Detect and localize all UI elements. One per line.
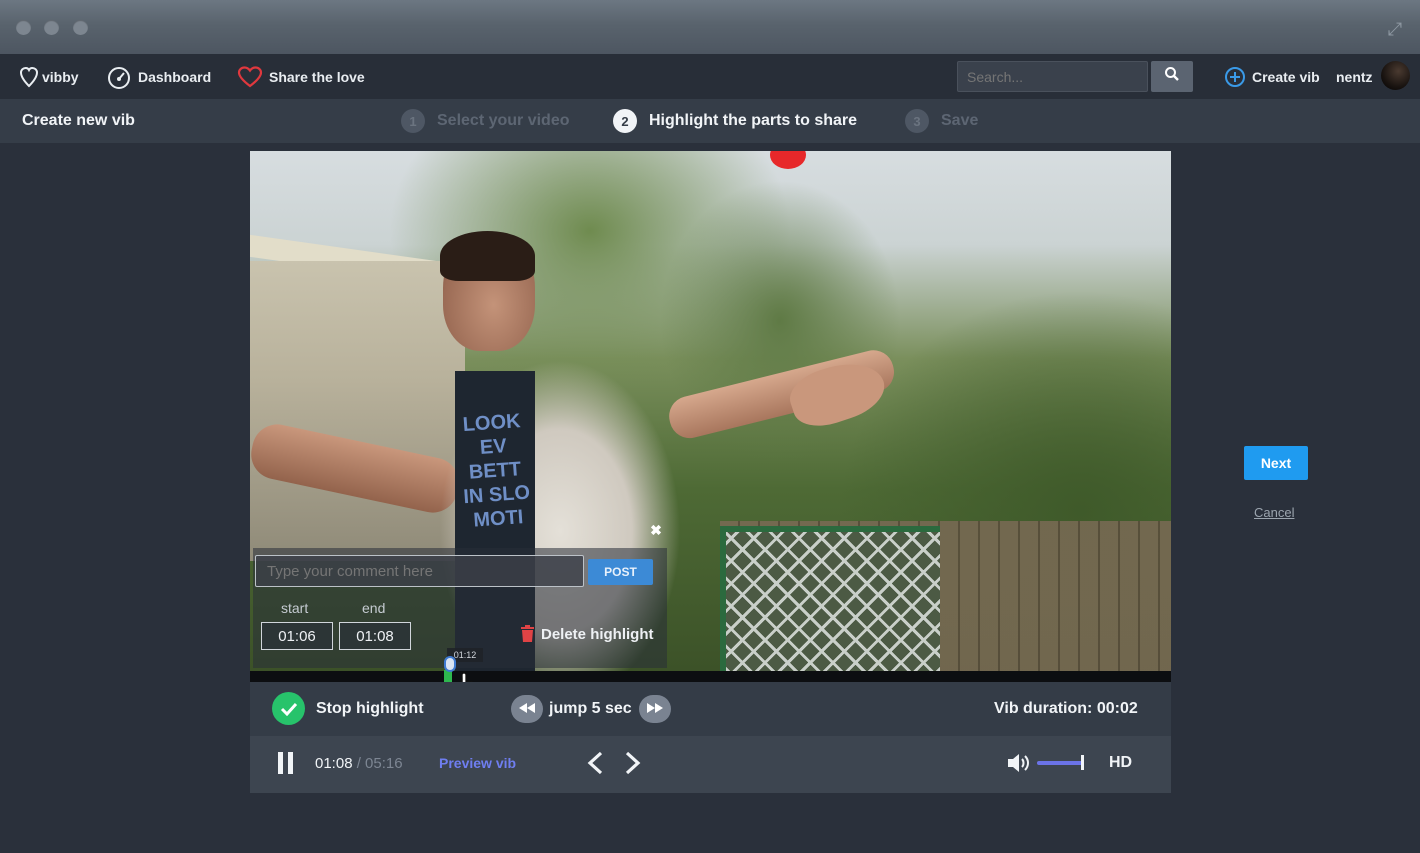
nav-dashboard[interactable]: Dashboard bbox=[106, 54, 211, 99]
window-close-dot[interactable] bbox=[16, 20, 31, 35]
username: nentz bbox=[1336, 68, 1373, 85]
vibby-heart-icon bbox=[18, 64, 40, 90]
create-vib-button[interactable]: Create vib bbox=[1222, 54, 1320, 99]
delete-highlight-button[interactable]: Delete highlight bbox=[520, 625, 654, 643]
nav-share-label: Share the love bbox=[269, 68, 365, 85]
comment-input[interactable] bbox=[255, 555, 584, 587]
wizard-bar: Create new vib 1 Select your video 2 Hig… bbox=[0, 99, 1420, 143]
preview-vib-link[interactable]: Preview vib bbox=[439, 755, 516, 771]
cancel-link[interactable]: Cancel bbox=[1254, 505, 1294, 520]
step-number: 3 bbox=[905, 109, 929, 133]
stop-highlight-button[interactable]: Stop highlight bbox=[272, 692, 424, 725]
step-label: Select your video bbox=[437, 112, 570, 129]
heart-icon bbox=[237, 64, 263, 90]
video-red-balloon bbox=[770, 151, 806, 169]
step-number: 2 bbox=[613, 109, 637, 133]
fullscreen-icon[interactable]: ⤢ bbox=[1384, 18, 1406, 40]
volume-slider-handle[interactable] bbox=[1081, 755, 1084, 770]
rewind-icon bbox=[519, 700, 535, 718]
total-time: / 05:16 bbox=[356, 755, 403, 772]
step-select-video[interactable]: 1 Select your video bbox=[401, 99, 570, 143]
speedometer-icon bbox=[106, 64, 132, 90]
post-button[interactable]: POST bbox=[588, 559, 653, 585]
search-input[interactable] bbox=[957, 61, 1148, 92]
plus-circle-icon bbox=[1222, 64, 1248, 90]
pause-icon[interactable] bbox=[278, 752, 296, 774]
user-menu[interactable]: nentz bbox=[1336, 54, 1373, 99]
window-titlebar: ⤢ bbox=[0, 0, 1420, 54]
step-label: Highlight the parts to share bbox=[649, 112, 858, 129]
window-minimize-dot[interactable] bbox=[44, 20, 59, 35]
jump-label: jump 5 sec bbox=[549, 700, 632, 717]
check-icon bbox=[272, 692, 305, 725]
scrub-handle[interactable] bbox=[444, 656, 456, 672]
avatar[interactable] bbox=[1381, 61, 1410, 90]
hd-toggle[interactable]: HD bbox=[1109, 754, 1132, 772]
volume-slider[interactable] bbox=[1037, 761, 1084, 765]
create-vib-label: Create vib bbox=[1252, 68, 1320, 85]
next-button[interactable]: Next bbox=[1244, 446, 1308, 480]
video-person-hair bbox=[440, 231, 535, 281]
page-title: Create new vib bbox=[22, 112, 135, 129]
nav-share-the-love[interactable]: Share the love bbox=[237, 54, 365, 99]
volume-icon[interactable] bbox=[1006, 751, 1034, 775]
chevron-left-icon[interactable] bbox=[584, 750, 608, 776]
vib-duration: Vib duration: 00:02 bbox=[994, 700, 1138, 717]
jump-back-button[interactable] bbox=[511, 695, 543, 723]
chevron-right-icon[interactable] bbox=[620, 750, 644, 776]
jump-forward-button[interactable] bbox=[639, 695, 671, 723]
brand-name: vibby bbox=[42, 68, 79, 85]
nav-dashboard-label: Dashboard bbox=[138, 68, 212, 85]
start-time-field[interactable]: 01:06 bbox=[261, 622, 333, 650]
vibby-logo[interactable]: vibby bbox=[18, 54, 79, 99]
stop-highlight-label: Stop highlight bbox=[316, 699, 424, 717]
delete-highlight-label: Delete highlight bbox=[541, 625, 654, 643]
start-label: start bbox=[281, 600, 309, 616]
video-lattice bbox=[720, 526, 940, 671]
video-shirt-text: LOOK EV BETT IN SLO MOTI bbox=[462, 410, 531, 532]
step-number: 1 bbox=[401, 109, 425, 133]
window-maximize-dot[interactable] bbox=[73, 20, 88, 35]
time-display: 01:08 / 05:16 bbox=[315, 755, 403, 772]
video-timeline[interactable] bbox=[250, 671, 1171, 682]
search-icon bbox=[1164, 66, 1180, 87]
app-window: ⤢ vibby Dashboard Share the love Search.… bbox=[0, 0, 1420, 853]
end-time-field[interactable]: 01:08 bbox=[339, 622, 411, 650]
trash-icon bbox=[520, 625, 535, 643]
step-label: Save bbox=[941, 112, 979, 129]
current-time: 01:08 bbox=[315, 755, 353, 772]
end-label: end bbox=[362, 600, 386, 616]
step-save[interactable]: 3 Save bbox=[905, 99, 978, 143]
search-button[interactable] bbox=[1151, 61, 1193, 92]
fast-forward-icon bbox=[647, 700, 663, 718]
top-navbar: vibby Dashboard Share the love Create vi… bbox=[0, 54, 1420, 99]
step-highlight-parts[interactable]: 2 Highlight the parts to share bbox=[613, 99, 857, 143]
close-icon[interactable]: ✖ bbox=[648, 522, 664, 538]
